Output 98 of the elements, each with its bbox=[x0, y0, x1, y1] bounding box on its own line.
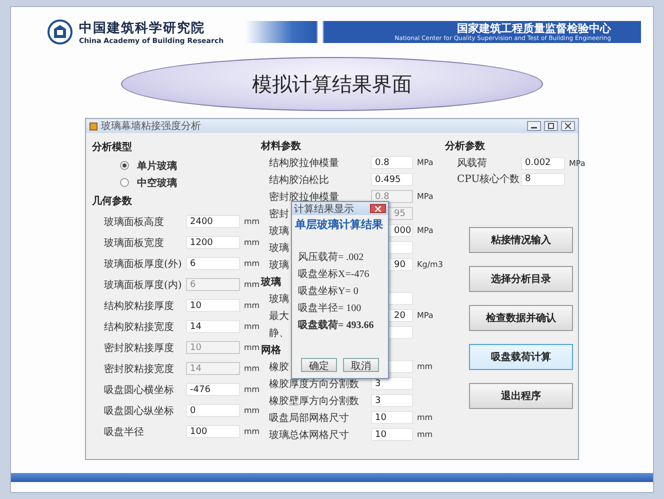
unit-label: mm bbox=[244, 238, 260, 247]
field-label: 吸盘局部网格尺寸 bbox=[269, 412, 349, 424]
field-label: 密封胶粘接厚度 bbox=[104, 342, 174, 354]
dialog-button[interactable]: 确定 bbox=[301, 358, 337, 372]
maximize-icon bbox=[548, 123, 554, 129]
action-button[interactable]: 退出程序 bbox=[469, 383, 573, 409]
field-label: 结构胶粘接厚度 bbox=[104, 300, 174, 312]
field-label: 最大 bbox=[269, 310, 289, 322]
logo-icon bbox=[47, 19, 73, 45]
slide-title: 模拟计算结果界面 bbox=[252, 70, 412, 98]
unit-label: mm bbox=[417, 430, 433, 439]
field-label: 静、 bbox=[269, 326, 289, 340]
unit-label: mm bbox=[244, 406, 260, 415]
result-line: 吸盘载荷= 493.66 bbox=[298, 318, 374, 332]
input-field[interactable]: 1200 bbox=[186, 236, 240, 249]
dialog-button[interactable]: 取消 bbox=[343, 358, 379, 372]
input-field[interactable]: 0.8 bbox=[371, 156, 413, 169]
field-label: 橡胶壁厚方向分割数 bbox=[269, 394, 359, 408]
field-label: 玻璃 bbox=[269, 224, 289, 238]
dialog-title: 计算结果显示 bbox=[294, 202, 354, 216]
unit-label: Kg/m3 bbox=[417, 260, 443, 269]
unit-label: MPa bbox=[569, 158, 586, 168]
window-title: 玻璃幕墙粘接强度分析 bbox=[101, 120, 202, 133]
input-field[interactable]: 3 bbox=[371, 394, 413, 407]
close-icon bbox=[565, 123, 571, 129]
action-button[interactable]: 选择分析目录 bbox=[469, 266, 573, 292]
unit-label: mm bbox=[417, 362, 433, 371]
input-field[interactable]: 10 bbox=[186, 299, 240, 312]
close-button[interactable] bbox=[561, 121, 575, 131]
input-field[interactable]: 0.002 bbox=[521, 156, 565, 170]
action-button[interactable]: 吸盘载荷计算 bbox=[469, 344, 573, 370]
section-heading: 分析参数 bbox=[445, 140, 485, 154]
unit-label: MPa bbox=[417, 226, 434, 235]
input-field[interactable]: 10 bbox=[371, 411, 413, 424]
field-label: 结构胶拉伸模量 bbox=[269, 156, 339, 170]
field-label: 密封 bbox=[269, 208, 289, 220]
field-label: 吸盘圆心纵坐标 bbox=[104, 404, 174, 418]
input-field[interactable]: 6 bbox=[186, 257, 240, 270]
action-button[interactable]: 检查数据并确认 bbox=[469, 305, 573, 331]
input-field[interactable]: 14 bbox=[186, 320, 240, 333]
result-line: 风压载荷= .002 bbox=[298, 250, 364, 264]
field-label: 密封胶拉伸模量 bbox=[269, 190, 339, 204]
result-line: 吸盘半径= 100 bbox=[298, 302, 362, 315]
radio-button[interactable]: 单片玻璃 bbox=[120, 157, 177, 174]
unit-label: mm bbox=[244, 364, 260, 373]
field-label: 玻璃面板厚度(内) bbox=[104, 278, 182, 292]
maximize-button[interactable] bbox=[544, 121, 558, 131]
minimize-button[interactable] bbox=[527, 121, 541, 131]
unit-label: mm bbox=[244, 301, 260, 310]
field-label: 玻璃 bbox=[269, 242, 289, 254]
input-field[interactable]: 2400 bbox=[186, 215, 240, 228]
field-label: 结构胶粘接宽度 bbox=[104, 320, 174, 334]
field-label: 橡胶 bbox=[269, 360, 289, 374]
input-field[interactable]: 8 bbox=[521, 172, 565, 186]
field-label: 玻璃 bbox=[269, 292, 289, 306]
field-label: 橡胶厚度方向分割数 bbox=[269, 378, 359, 390]
unit-label: mm bbox=[244, 385, 260, 394]
app-icon bbox=[89, 122, 98, 130]
field-label: 风载荷 bbox=[457, 156, 487, 170]
unit-label: mm bbox=[244, 427, 260, 436]
radio-button[interactable]: 中空玻璃 bbox=[120, 174, 177, 191]
section-heading: 网格 bbox=[261, 344, 281, 358]
unit-label: MPa bbox=[417, 311, 434, 320]
close-icon bbox=[375, 206, 381, 212]
field-label: 玻璃总体网格尺寸 bbox=[269, 428, 349, 442]
result-line: 吸盘坐标Y= 0 bbox=[298, 284, 358, 298]
section-heading: 分析模型 bbox=[92, 140, 132, 155]
action-button[interactable]: 粘接情况输入 bbox=[469, 227, 573, 253]
unit-label: mm bbox=[244, 343, 260, 352]
section-heading: 材料参数 bbox=[261, 140, 301, 154]
field-label: 玻璃面板高度 bbox=[104, 216, 164, 228]
unit-label: MPa bbox=[417, 158, 434, 167]
unit-label: mm bbox=[244, 217, 260, 226]
input-field[interactable]: 0 bbox=[186, 404, 240, 417]
field-label: CPU核心个数 bbox=[457, 172, 520, 186]
section-heading: 玻璃 bbox=[261, 275, 281, 290]
field-label: 结构胶泊松比 bbox=[269, 174, 329, 186]
input-field[interactable]: 100 bbox=[186, 425, 240, 438]
unit-label: mm bbox=[244, 322, 260, 331]
field-label: 密封胶粘接宽度 bbox=[104, 362, 174, 376]
field-label: 玻璃面板宽度 bbox=[104, 236, 164, 250]
field-label: 吸盘圆心横坐标 bbox=[104, 384, 174, 396]
input-field[interactable]: -476 bbox=[186, 383, 240, 396]
org-name: 中国建筑科学研究院 bbox=[79, 20, 206, 37]
unit-label: mm bbox=[244, 259, 260, 268]
close-button[interactable] bbox=[370, 204, 386, 213]
field-label: 玻璃面板厚度(外) bbox=[104, 258, 182, 270]
unit-label: mm bbox=[244, 280, 260, 289]
input-field[interactable]: 0.495 bbox=[371, 173, 413, 186]
result-line: 吸盘坐标X=-476 bbox=[298, 268, 370, 281]
center-name: 国家建筑工程质量监督检验中心 bbox=[457, 22, 611, 34]
input-field[interactable]: 10 bbox=[371, 428, 413, 441]
section-heading: 几何参数 bbox=[92, 194, 132, 209]
field-label: 吸盘半径 bbox=[104, 426, 144, 438]
field-label: 玻璃 bbox=[269, 258, 289, 272]
unit-label: mm bbox=[417, 413, 433, 422]
input-field[interactable]: 3 bbox=[371, 377, 413, 390]
unit-label: MPa bbox=[417, 192, 434, 201]
